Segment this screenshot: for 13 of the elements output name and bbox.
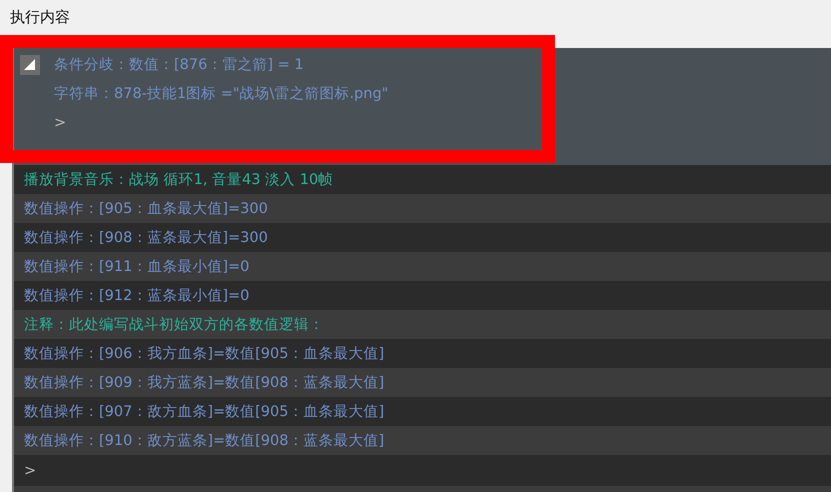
event-command[interactable]: 数值操作：[910：敌方蓝条]=数值[908：蓝条最大值] <box>24 431 384 450</box>
comment-line[interactable]: 注释：此处编写战斗初始双方的各数值逻辑： <box>24 315 324 334</box>
event-command[interactable]: 数值操作：[908：蓝条最大值]=300 <box>24 228 268 247</box>
event-command[interactable]: 数值操作：[905：血条最大值]=300 <box>24 199 268 218</box>
event-command[interactable]: 数值操作：[909：我方蓝条]=数值[908：蓝条最大值] <box>24 373 384 392</box>
event-command[interactable]: 数值操作：[911：血条最小值]=0 <box>24 257 250 276</box>
collapse-toggle-icon[interactable] <box>20 54 40 74</box>
insert-prompt[interactable]: > <box>24 462 36 478</box>
section-title: 执行内容 <box>10 8 70 26</box>
event-command[interactable]: 数值操作：[912：蓝条最小值]=0 <box>24 286 250 305</box>
insert-prompt[interactable]: > <box>54 114 66 130</box>
event-command[interactable]: 条件分歧：数值：[876：雷之箭] = 1 <box>54 55 304 74</box>
event-command[interactable]: 字符串：878-技能1图标 ="战场\雷之箭图标.png" <box>54 84 388 103</box>
